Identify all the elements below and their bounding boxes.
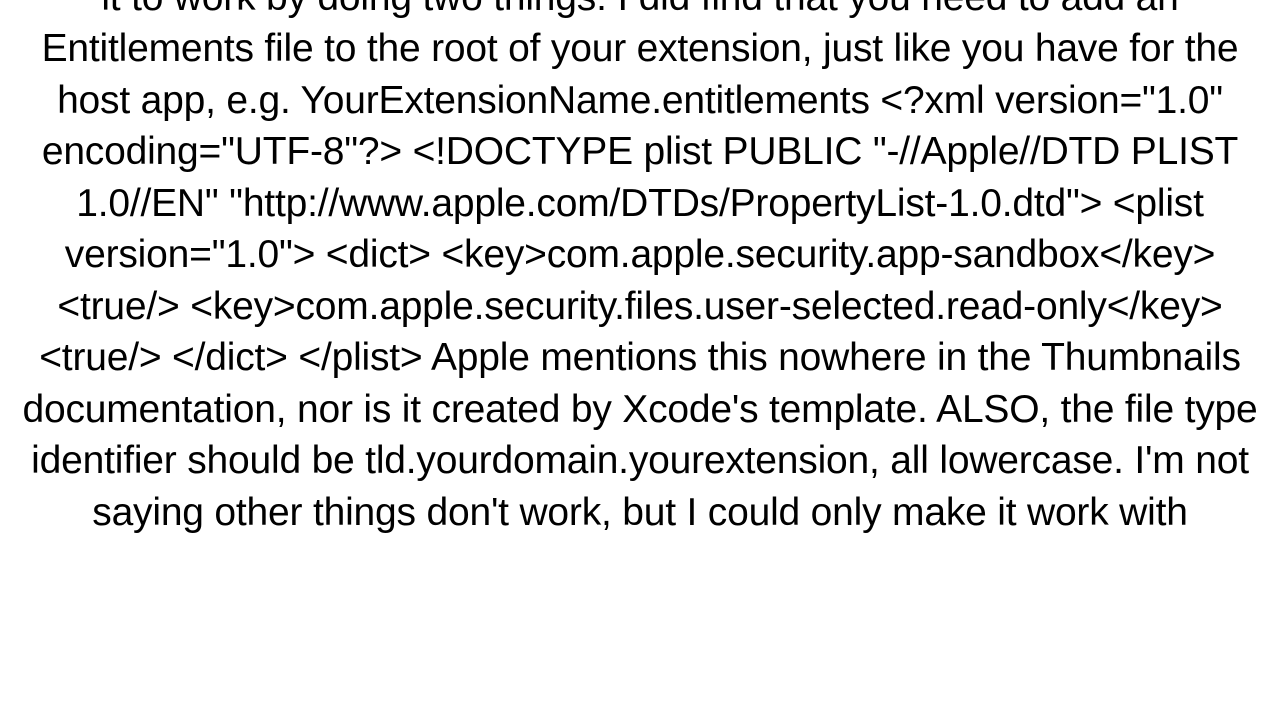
document-body-text: it to work by doing two things: I did fi… [0, 0, 1280, 538]
